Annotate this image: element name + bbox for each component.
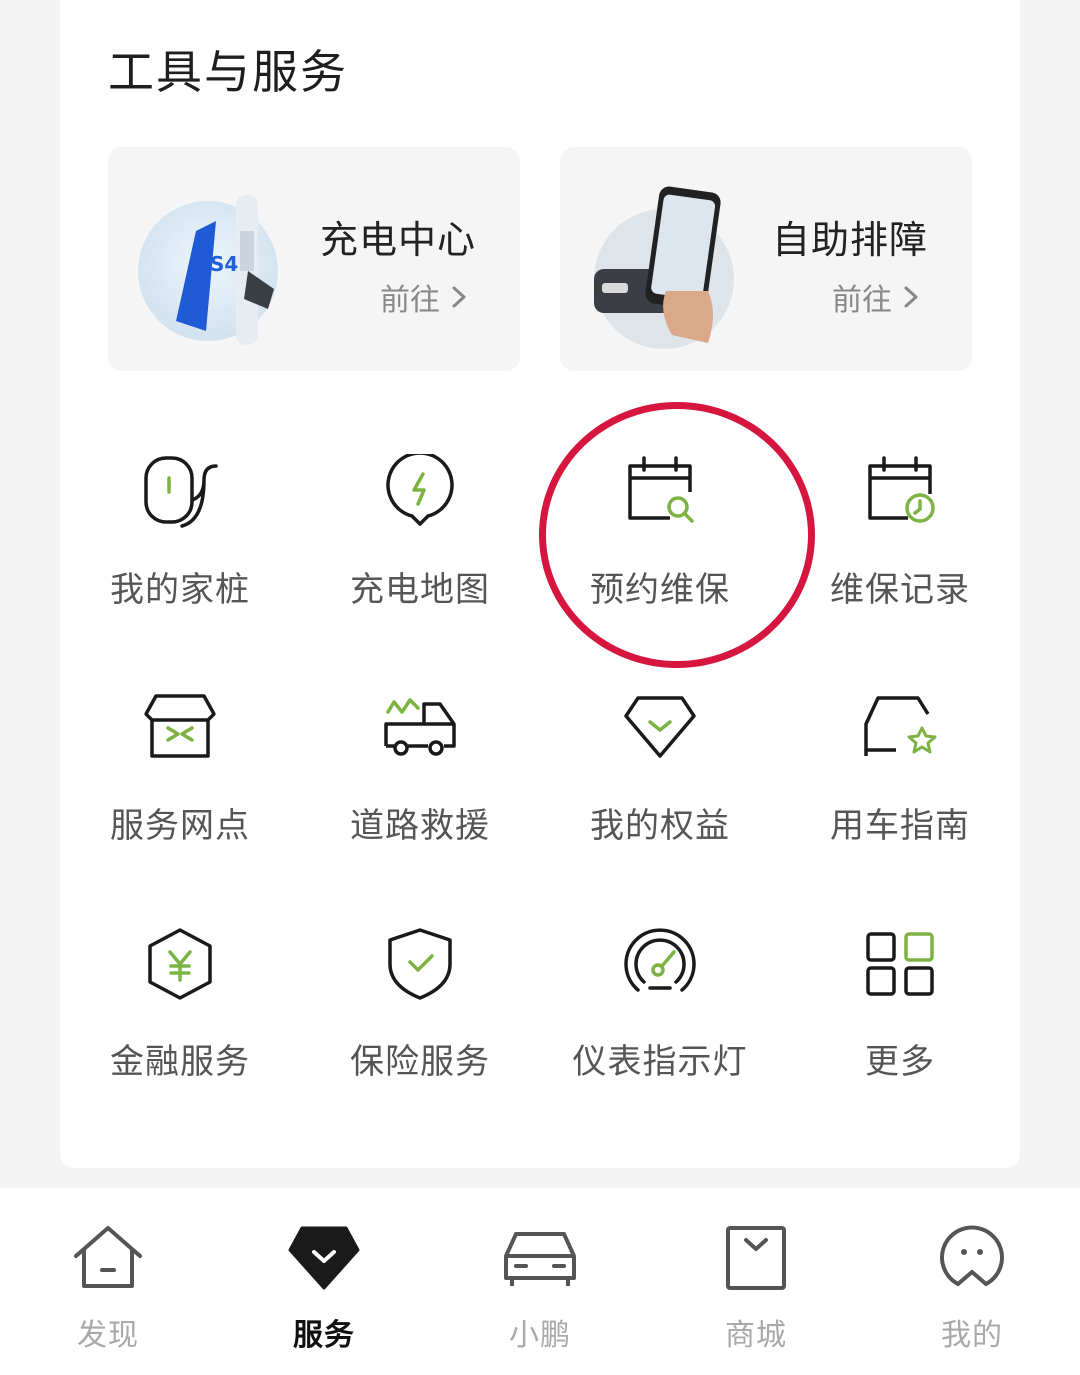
feature-title: 充电中心 bbox=[319, 218, 476, 262]
tool-label: 金融服务 bbox=[110, 1042, 250, 1082]
tool-road-rescue[interactable]: 道路救援 bbox=[300, 690, 540, 890]
maintenance-record-icon bbox=[868, 456, 935, 523]
tool-insurance[interactable]: 保险服务 bbox=[300, 926, 540, 1126]
tool-label: 我的家桩 bbox=[110, 570, 250, 610]
tool-more[interactable]: 更多 bbox=[780, 926, 1020, 1126]
tab-mall[interactable]: 商城 bbox=[648, 1188, 864, 1375]
phone-app-image bbox=[594, 186, 734, 349]
charging-map-icon bbox=[386, 454, 454, 526]
home-charger-icon bbox=[144, 456, 218, 528]
tool-service-outlet[interactable]: 服务网点 bbox=[60, 690, 300, 890]
tab-discover[interactable]: 发现 bbox=[0, 1188, 216, 1375]
tool-label: 道路救援 bbox=[350, 806, 490, 846]
tool-label: 充电地图 bbox=[350, 570, 490, 610]
tab-xpeng[interactable]: 小鹏 bbox=[432, 1188, 648, 1375]
car-icon bbox=[504, 1232, 576, 1286]
charging-station-image: S4 bbox=[138, 195, 278, 345]
tab-label: 商城 bbox=[725, 1318, 787, 1353]
chevron-right-icon bbox=[452, 286, 466, 308]
tool-car-guide[interactable]: 用车指南 bbox=[780, 690, 1020, 890]
profile-icon bbox=[940, 1225, 1004, 1286]
shop-bag-icon bbox=[726, 1226, 786, 1290]
insurance-icon bbox=[388, 928, 452, 1000]
feature-link-label: 前往 bbox=[380, 283, 440, 318]
service-icon bbox=[288, 1226, 360, 1290]
feature-link[interactable]: 前往 bbox=[832, 275, 922, 319]
road-rescue-icon bbox=[384, 698, 456, 756]
tool-finance[interactable]: 金融服务 bbox=[60, 926, 300, 1126]
bottom-tab-bar: 发现 服务 小鹏 商城 我的 bbox=[0, 1188, 1080, 1375]
tool-label: 服务网点 bbox=[110, 806, 250, 846]
tab-mine[interactable]: 我的 bbox=[864, 1188, 1080, 1375]
tool-label: 我的权益 bbox=[590, 806, 730, 846]
tab-label: 我的 bbox=[941, 1318, 1003, 1353]
finance-icon bbox=[148, 928, 212, 1000]
charging-center-card[interactable]: S4 充电中心 前往 bbox=[108, 147, 520, 371]
tool-label: 仪表指示灯 bbox=[572, 1042, 748, 1082]
feature-link-label: 前往 bbox=[832, 283, 892, 318]
chevron-right-icon bbox=[904, 286, 918, 308]
benefits-icon bbox=[624, 696, 696, 758]
service-outlet-icon bbox=[144, 694, 216, 758]
tool-maintenance-record[interactable]: 维保记录 bbox=[780, 454, 1020, 654]
car-guide-icon bbox=[864, 696, 937, 756]
highlight-circle bbox=[539, 402, 815, 668]
tab-label: 小鹏 bbox=[509, 1318, 571, 1353]
tool-benefits[interactable]: 我的权益 bbox=[540, 690, 780, 890]
tool-label: 维保记录 bbox=[830, 570, 970, 610]
dashboard-light-icon bbox=[624, 928, 696, 992]
home-icon bbox=[74, 1226, 142, 1288]
tab-label: 服务 bbox=[293, 1318, 355, 1353]
tool-dashboard-light[interactable]: 仪表指示灯 bbox=[540, 926, 780, 1126]
feature-link[interactable]: 前往 bbox=[380, 275, 470, 319]
section-title: 工具与服务 bbox=[108, 45, 348, 99]
tab-label: 发现 bbox=[77, 1318, 139, 1353]
feature-title: 自助排障 bbox=[771, 218, 928, 262]
tool-label: 保险服务 bbox=[350, 1042, 490, 1082]
self-troubleshoot-card[interactable]: 自助排障 前往 bbox=[560, 147, 972, 371]
svg-text:S4: S4 bbox=[210, 252, 238, 276]
tool-charging-map[interactable]: 充电地图 bbox=[300, 454, 540, 654]
more-grid-icon bbox=[866, 932, 934, 996]
tab-service[interactable]: 服务 bbox=[216, 1188, 432, 1375]
tool-label: 用车指南 bbox=[830, 806, 970, 846]
tool-label: 更多 bbox=[865, 1042, 935, 1082]
tool-home-charger[interactable]: 我的家桩 bbox=[60, 454, 300, 654]
